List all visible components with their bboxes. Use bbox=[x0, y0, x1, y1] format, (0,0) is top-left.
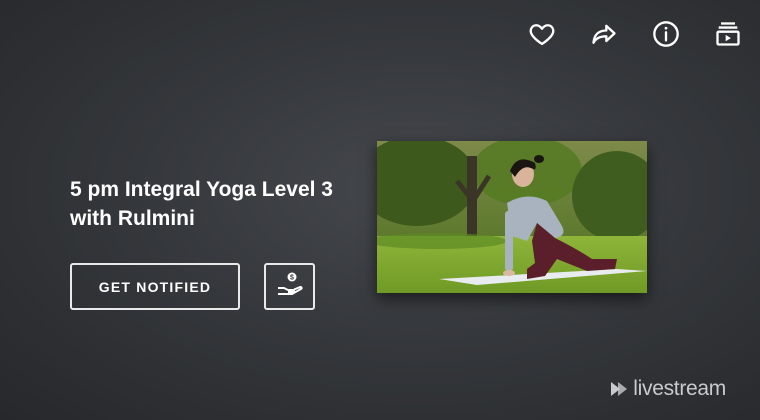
playlist-icon[interactable] bbox=[712, 18, 744, 50]
share-icon[interactable] bbox=[588, 18, 620, 50]
event-title: 5 pm Integral Yoga Level 3 with Rulmini bbox=[70, 178, 333, 230]
top-toolbar bbox=[526, 18, 744, 50]
info-icon[interactable] bbox=[650, 18, 682, 50]
donate-button[interactable]: $ bbox=[264, 263, 315, 310]
heart-icon[interactable] bbox=[526, 18, 558, 50]
svg-text:$: $ bbox=[290, 275, 294, 282]
brand-name: livestream bbox=[633, 377, 726, 400]
livestream-logo: livestream bbox=[609, 377, 726, 401]
donate-hand-coin-icon: $ bbox=[275, 269, 305, 304]
yoga-photo bbox=[377, 141, 647, 293]
livestream-mark-icon bbox=[611, 382, 628, 396]
get-notified-button[interactable]: GET NOTIFIED bbox=[70, 263, 240, 310]
event-thumbnail[interactable] bbox=[377, 141, 647, 293]
